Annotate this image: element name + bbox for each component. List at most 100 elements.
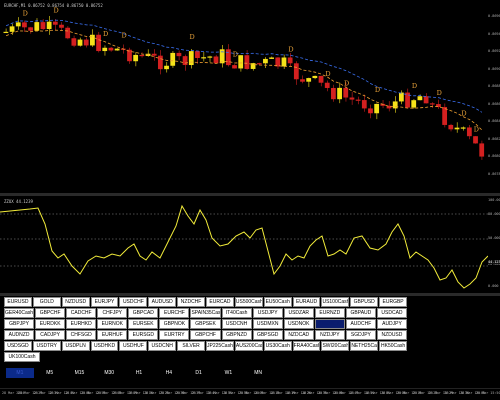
symbol-button-gbpchf[interactable]: GBPCHF	[190, 330, 221, 340]
symbol-button-usdpln[interactable]: USDPLN	[61, 341, 90, 351]
symbol-button-gbpcad[interactable]: GBPCAD	[128, 308, 159, 318]
symbol-button-nzdusd[interactable]: NZDUSD	[61, 297, 90, 307]
symbol-button-eurgbp[interactable]: EURGBP	[379, 297, 408, 307]
symbol-button-cadjpy[interactable]: CADJPY	[35, 330, 66, 340]
signal-marker: D	[325, 70, 330, 78]
symbol-button-us30cash[interactable]: US30Cash	[263, 341, 292, 351]
signal-marker: D	[189, 33, 194, 41]
candle-body	[349, 97, 355, 100]
symbol-button-nzdcad[interactable]: NZDCAD	[283, 330, 314, 340]
symbol-button-gold[interactable]: GOLD	[32, 297, 61, 307]
timeframe-button-d1[interactable]: D1	[184, 368, 213, 378]
symbol-button-gbpsek[interactable]: GBPSEK	[190, 319, 221, 329]
symbol-button-usdchf[interactable]: USDCHF	[119, 297, 148, 307]
timeframe-button-m5[interactable]: M5	[35, 368, 64, 378]
symbol-button-hk50cash[interactable]: HK50Cash	[379, 341, 408, 351]
oscillator-line	[0, 204, 488, 289]
symbol-button-usdhuf[interactable]: USDHUF	[119, 341, 148, 351]
symbol-button-eurtry[interactable]: EURTRY	[159, 330, 190, 340]
symbol-button-nzdusd[interactable]: NZDUSD	[376, 330, 408, 340]
symbol-button-chfjpy[interactable]: CHFJPY	[97, 308, 128, 318]
candle-body	[9, 26, 15, 32]
symbol-button-eurdkk[interactable]: EURDKK	[35, 319, 66, 329]
symbol-button-gbpnzd[interactable]: GBPNZD	[221, 330, 252, 340]
symbol-button-uk100cash[interactable]: UK100Cash	[4, 352, 40, 362]
candle-body	[3, 31, 9, 34]
symbol-button-gbpaud[interactable]: GBPAUD	[345, 308, 376, 318]
symbol-button-gbpsgd[interactable]: GBPSGD	[252, 330, 283, 340]
symbol-button-usdjpy[interactable]: USDJPY	[252, 308, 283, 318]
oscillator-pane[interactable]: ZZUX 44.1239	[0, 196, 488, 292]
symbol-button-eurusd[interactable]: EURUSD	[4, 297, 32, 307]
symbol-button-eurnzd[interactable]: EURNZD	[314, 308, 345, 318]
symbol-button-eu50cash[interactable]: EU50Cash	[263, 297, 292, 307]
symbol-button-usdtry[interactable]: USDTRY	[32, 341, 61, 351]
symbol-button-usdcnh[interactable]: USDCNH	[148, 341, 177, 351]
symbol-button-gbpchf[interactable]: GBPCHF	[35, 308, 66, 318]
symbol-button-usdhkd[interactable]: USDHKD	[90, 341, 119, 351]
symbol-button-us100cash[interactable]: US100Cash	[321, 297, 350, 307]
symbol-button-aus200cash[interactable]: AUS200Cash	[234, 341, 263, 351]
symbol-button-usdcad[interactable]: USDCAD	[376, 308, 408, 318]
symbol-button-eurcad[interactable]: EURCAD	[206, 297, 234, 307]
symbol-button-audnzd[interactable]: AUDNZD	[4, 330, 35, 340]
symbol-button-gbpjpy[interactable]: GBPJPY	[4, 319, 35, 329]
oscillator-chart[interactable]	[0, 196, 488, 292]
symbol-button-it40cash[interactable]: IT40Cash	[221, 308, 252, 318]
candle-body	[337, 87, 342, 100]
symbol-button-eurjpy[interactable]: EURJPY	[90, 297, 119, 307]
candle-body	[374, 103, 380, 114]
candle-body	[287, 57, 293, 64]
symbol-button-audchf[interactable]: AUDCHF	[345, 319, 376, 329]
symbol-button-gbpusd[interactable]: GBPUSD	[350, 297, 379, 307]
symbol-button-neth25cash[interactable]: NETH25Cash	[350, 341, 379, 351]
timeframe-button-h1[interactable]: H1	[125, 368, 153, 378]
symbol-button-usdzar[interactable]: USDZAR	[283, 308, 314, 318]
symbol-button-euraud[interactable]: EURAUD	[292, 297, 321, 307]
candle-body	[331, 87, 336, 100]
symbol-button-ger40cash[interactable]: GER40Cash	[4, 308, 35, 318]
timeframe-button-m15[interactable]: M15	[65, 368, 94, 378]
symbol-button-us500cash[interactable]: US500Cash	[234, 297, 263, 307]
price-chart-pane[interactable]: DDDDDDDDDDDDDD EURCHF,M1 0.86752 0.86754…	[0, 0, 488, 192]
symbol-button-nzdchf[interactable]: NZDCHF	[177, 297, 206, 307]
timeframe-button-mn[interactable]: MN	[244, 368, 273, 378]
symbol-button-usdcnh[interactable]: USDCNH	[221, 319, 252, 329]
signal-marker: D	[103, 30, 108, 38]
symbol-button-eursek[interactable]: EURSEK	[128, 319, 159, 329]
symbol-button-nzdjpy[interactable]: NZDJPY	[314, 330, 345, 340]
candle-body	[263, 58, 268, 64]
timeframe-button-m1[interactable]: M1	[6, 368, 34, 378]
symbol-button-jp225cash[interactable]: JP225Cash	[206, 341, 234, 351]
timeframe-button-w1[interactable]: W1	[214, 368, 243, 378]
candle-body	[108, 47, 114, 51]
price-chart[interactable]: D DD D DDDDDD DDDD	[0, 0, 488, 192]
symbol-button-usdsek[interactable]: USDSEK	[314, 319, 345, 329]
symbol-button-usdnok[interactable]: USDNOK	[283, 319, 314, 329]
timeframe-button-h4[interactable]: H4	[154, 368, 183, 378]
symbol-button-eurhuf[interactable]: EURHUF	[97, 330, 128, 340]
symbol-button-fra40cash[interactable]: FRA40Cash	[292, 341, 321, 351]
symbol-button-audusd[interactable]: AUDUSD	[148, 297, 177, 307]
symbol-button-gbpnok[interactable]: GBPNOK	[159, 319, 190, 329]
symbol-button-eurhkd[interactable]: EURHKD	[66, 319, 97, 329]
signal-marker: D	[437, 89, 442, 97]
symbol-button-cadchf[interactable]: CADCHF	[66, 308, 97, 318]
symbol-button-swi20cash[interactable]: SWI20Cash	[321, 341, 350, 351]
symbol-button-eurnok[interactable]: EURNOK	[97, 319, 128, 329]
symbol-button-usdsgd[interactable]: USDSGD	[4, 341, 32, 351]
symbol-button-spain35cash[interactable]: SPAIN35Cash	[190, 308, 221, 318]
price-axis-label: 0.86920	[488, 49, 500, 53]
timeframe-button-m30[interactable]: M30	[95, 368, 124, 378]
symbol-button-silver[interactable]: SILVER	[177, 341, 206, 351]
symbol-button-sgdjpy[interactable]: SGDJPY	[345, 330, 376, 340]
candle-body	[238, 55, 244, 69]
symbol-button-audjpy[interactable]: AUDJPY	[376, 319, 408, 329]
candle-body	[176, 52, 182, 57]
symbol-button-chfsgd[interactable]: CHFSGD	[66, 330, 97, 340]
candle-body	[368, 108, 373, 114]
symbol-button-usdmxn[interactable]: USDMXN	[252, 319, 283, 329]
symbol-button-eurchf[interactable]: EURCHF	[159, 308, 190, 318]
symbol-button-eursgd[interactable]: EURSGD	[128, 330, 159, 340]
candle-body	[448, 124, 454, 130]
